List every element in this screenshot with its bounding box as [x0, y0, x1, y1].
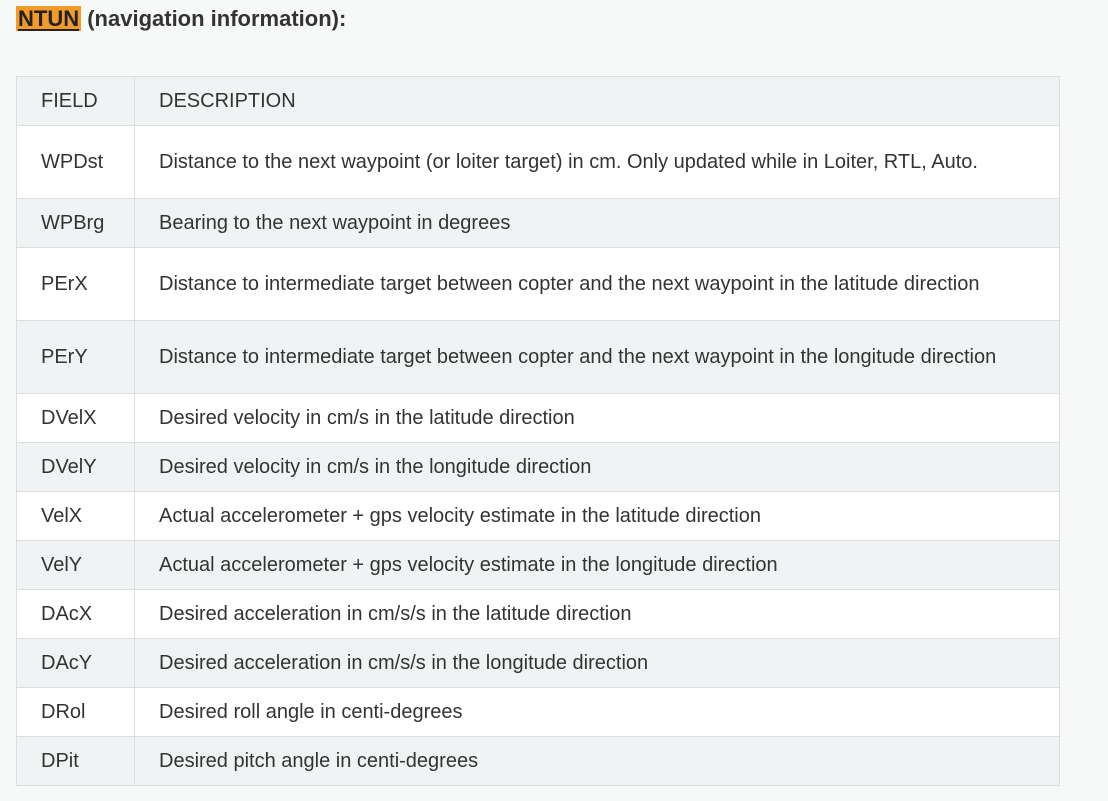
table-row: DAcY Desired acceleration in cm/s/s in th…	[16, 638, 1060, 688]
field-description-cell: Actual accelerometer + gps velocity esti…	[134, 491, 1060, 541]
field-name-cell: VelY	[16, 540, 135, 590]
table-header: FIELD DESCRIPTION	[16, 76, 1060, 126]
field-description-cell: Desired acceleration in cm/s/s in the lo…	[134, 638, 1060, 688]
field-description-cell: Distance to the next waypoint (or loiter…	[134, 125, 1060, 199]
heading-text: (navigation information):	[81, 6, 347, 31]
section-heading: NTUN (navigation information):	[16, 4, 346, 34]
field-description-cell: Desired acceleration in cm/s/s in the la…	[134, 589, 1060, 639]
field-name-cell: DVelY	[16, 442, 135, 492]
field-description-cell: Bearing to the next waypoint in degrees	[134, 198, 1060, 248]
table-header-row: FIELD DESCRIPTION	[16, 76, 1060, 126]
heading-highlight: NTUN	[16, 6, 82, 31]
table-row: DAcX Desired acceleration in cm/s/s in th…	[16, 589, 1060, 639]
field-description-cell: Actual accelerometer + gps velocity esti…	[134, 540, 1060, 590]
field-description-cell: Distance to intermediate target between …	[134, 320, 1060, 394]
field-name-cell: WPBrg	[16, 198, 135, 248]
field-name-cell: DVelX	[16, 393, 135, 443]
field-name-cell: DPit	[16, 736, 135, 786]
table-row: DPit Desired pitch angle in centi-degrees	[16, 736, 1060, 786]
field-name-cell: DAcY	[16, 638, 135, 688]
table-row: DVelX Desired velocity in cm/s in the lat…	[16, 393, 1060, 443]
field-description-cell: Desired velocity in cm/s in the longitud…	[134, 442, 1060, 492]
field-description-cell: Desired pitch angle in centi-degrees	[134, 736, 1060, 786]
table-body: WPDst Distance to the next waypoint (or l…	[16, 125, 1060, 786]
table-row: WPDst Distance to the next waypoint (or l…	[16, 125, 1060, 199]
field-name-cell: DRol	[16, 687, 135, 737]
field-name-cell: WPDst	[16, 125, 135, 199]
table-row: PErY Distance to intermediate target betw…	[16, 320, 1060, 394]
table-row: VelX Actual accelerometer + gps velocity …	[16, 491, 1060, 541]
table-row: PErX Distance to intermediate target betw…	[16, 247, 1060, 321]
column-header-description: DESCRIPTION	[134, 76, 1060, 126]
table-row: VelY Actual accelerometer + gps velocity …	[16, 540, 1060, 590]
field-description-cell: Desired velocity in cm/s in the latitude…	[134, 393, 1060, 443]
field-name-cell: PErX	[16, 247, 135, 321]
field-name-cell: VelX	[16, 491, 135, 541]
table-row: DRol Desired roll angle in centi-degrees	[16, 687, 1060, 737]
table-row: WPBrg Bearing to the next waypoint in deg…	[16, 198, 1060, 248]
ntun-fields-table: FIELD DESCRIPTION WPDst Distance to the n…	[16, 76, 1060, 786]
field-description-cell: Distance to intermediate target between …	[134, 247, 1060, 321]
field-name-cell: PErY	[16, 320, 135, 394]
table-row: DVelY Desired velocity in cm/s in the lon…	[16, 442, 1060, 492]
field-name-cell: DAcX	[16, 589, 135, 639]
column-header-field: FIELD	[16, 76, 135, 126]
field-description-cell: Desired roll angle in centi-degrees	[134, 687, 1060, 737]
